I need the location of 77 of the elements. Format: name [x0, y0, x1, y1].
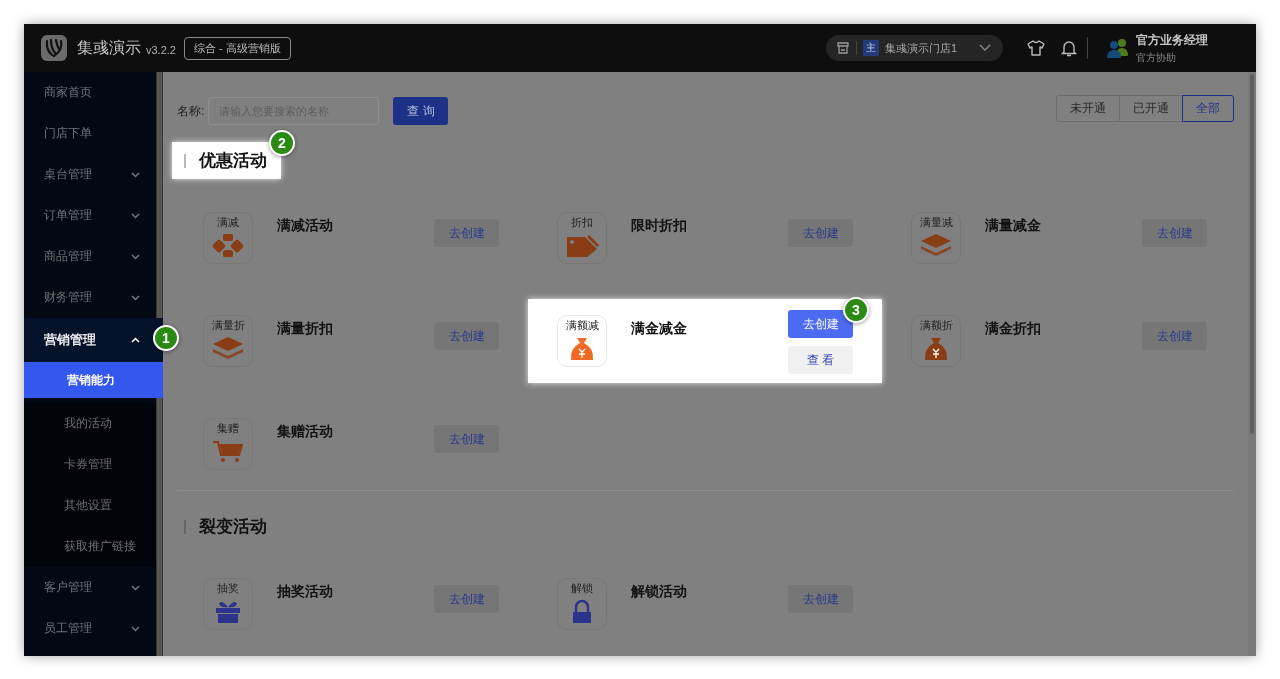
store-name: 集彧演示门店1 [884, 40, 957, 56]
query-button[interactable]: 查 询 [393, 97, 449, 125]
activity-name: 抽奖活动 [277, 583, 334, 601]
icon-label: 满额折 [919, 319, 953, 332]
edition-badge: 综合 - 高级营销版 [183, 36, 291, 60]
create-button[interactable]: 去创建 [434, 219, 499, 247]
sidebar-item[interactable]: 商家首页 [24, 72, 156, 113]
sidebar-subitem[interactable]: 营销能力 [24, 362, 163, 398]
sidebar-subitem[interactable]: 其他设置 [24, 485, 156, 526]
logo-icon [40, 34, 68, 62]
activity-name: 满金减金 [631, 320, 688, 338]
sidebar-subitem[interactable]: 卡券管理 [24, 444, 156, 485]
create-button[interactable]: 去创建 [788, 219, 853, 247]
activity-name: 集赠活动 [277, 423, 334, 441]
user-role: 官方协助 [1136, 50, 1177, 65]
diamond-pattern-icon [211, 233, 245, 257]
activity-name: 满量减金 [985, 217, 1042, 235]
section-title: 优惠活动 [199, 150, 267, 172]
store-icon [835, 41, 850, 55]
caret-down-icon [131, 625, 140, 632]
sidebar-subitem[interactable]: 获取推广链接 [24, 526, 156, 567]
activity-name: 满减活动 [277, 217, 334, 235]
icon-label: 集赠 [217, 422, 239, 435]
t-shirt-icon[interactable] [1027, 39, 1045, 57]
chevron-down-icon [979, 44, 991, 52]
create-button[interactable]: 去创建 [434, 425, 499, 453]
caret-down-icon [131, 294, 140, 301]
layers-icon [919, 233, 953, 257]
view-button[interactable]: 查 看 [788, 346, 853, 374]
main-store-badge: 主 [862, 40, 879, 56]
filter-tab[interactable]: 已开通 [1119, 94, 1183, 122]
create-button[interactable]: 去创建 [1142, 322, 1207, 350]
bell-icon[interactable] [1061, 39, 1077, 57]
step-marker: 2 [269, 130, 295, 156]
activity-name: 满量折扣 [277, 320, 334, 338]
name-label: 名称: [177, 102, 205, 120]
caret-down-icon [131, 584, 140, 591]
caret-down-icon [131, 171, 140, 178]
version-label: v3.2.2 [146, 44, 176, 56]
sidebar-item[interactable]: 门店下单 [24, 113, 156, 154]
icon-label: 满额减 [565, 319, 599, 332]
icon-label: 满量减 [919, 216, 953, 229]
shopping-cart-icon [211, 439, 245, 463]
icon-label: 满量折 [211, 319, 245, 332]
sidebar-item[interactable]: 订单管理 [24, 195, 156, 236]
caret-up-icon [131, 337, 140, 343]
sidebar-item[interactable]: 客户管理 [24, 567, 156, 608]
sidebar-item[interactable]: 营销管理 [24, 318, 163, 362]
filter-tab[interactable]: 全部 [1182, 94, 1234, 122]
icon-label: 抽奖 [217, 582, 239, 595]
user-name: 官方业务经理 [1136, 31, 1209, 49]
step-marker: 3 [843, 297, 869, 323]
user-group-icon [1106, 38, 1130, 58]
create-button[interactable]: 去创建 [788, 310, 853, 338]
brand-name: 集彧演示 [77, 37, 141, 58]
icon-label: 解锁 [571, 582, 593, 595]
store-selector[interactable]: 主 集彧演示门店1 [825, 35, 1003, 61]
create-button[interactable]: 去创建 [434, 585, 499, 613]
section-title: 裂变活动 [199, 516, 267, 538]
filter-tab[interactable]: 未开通 [1056, 94, 1120, 122]
price-tag-icon [565, 233, 599, 257]
layers-icon [211, 336, 245, 360]
create-button[interactable]: 去创建 [788, 585, 853, 613]
activity-name: 满金折扣 [985, 320, 1042, 338]
activity-name: 限时折扣 [631, 217, 688, 235]
icon-label: 折扣 [571, 216, 593, 229]
sidebar-item[interactable]: 商品管理 [24, 236, 156, 277]
caret-down-icon [131, 212, 140, 219]
sidebar-item[interactable]: 桌台管理 [24, 154, 156, 195]
sidebar-subitem[interactable]: 我的活动 [24, 403, 156, 444]
create-button[interactable]: 去创建 [434, 322, 499, 350]
icon-label: 满减 [217, 216, 239, 229]
sidebar-item[interactable]: 员工管理 [24, 608, 156, 649]
activity-name: 解锁活动 [631, 583, 688, 601]
sidebar-item[interactable]: 财务管理 [24, 277, 156, 318]
caret-down-icon [131, 253, 140, 260]
create-button[interactable]: 去创建 [1142, 219, 1207, 247]
